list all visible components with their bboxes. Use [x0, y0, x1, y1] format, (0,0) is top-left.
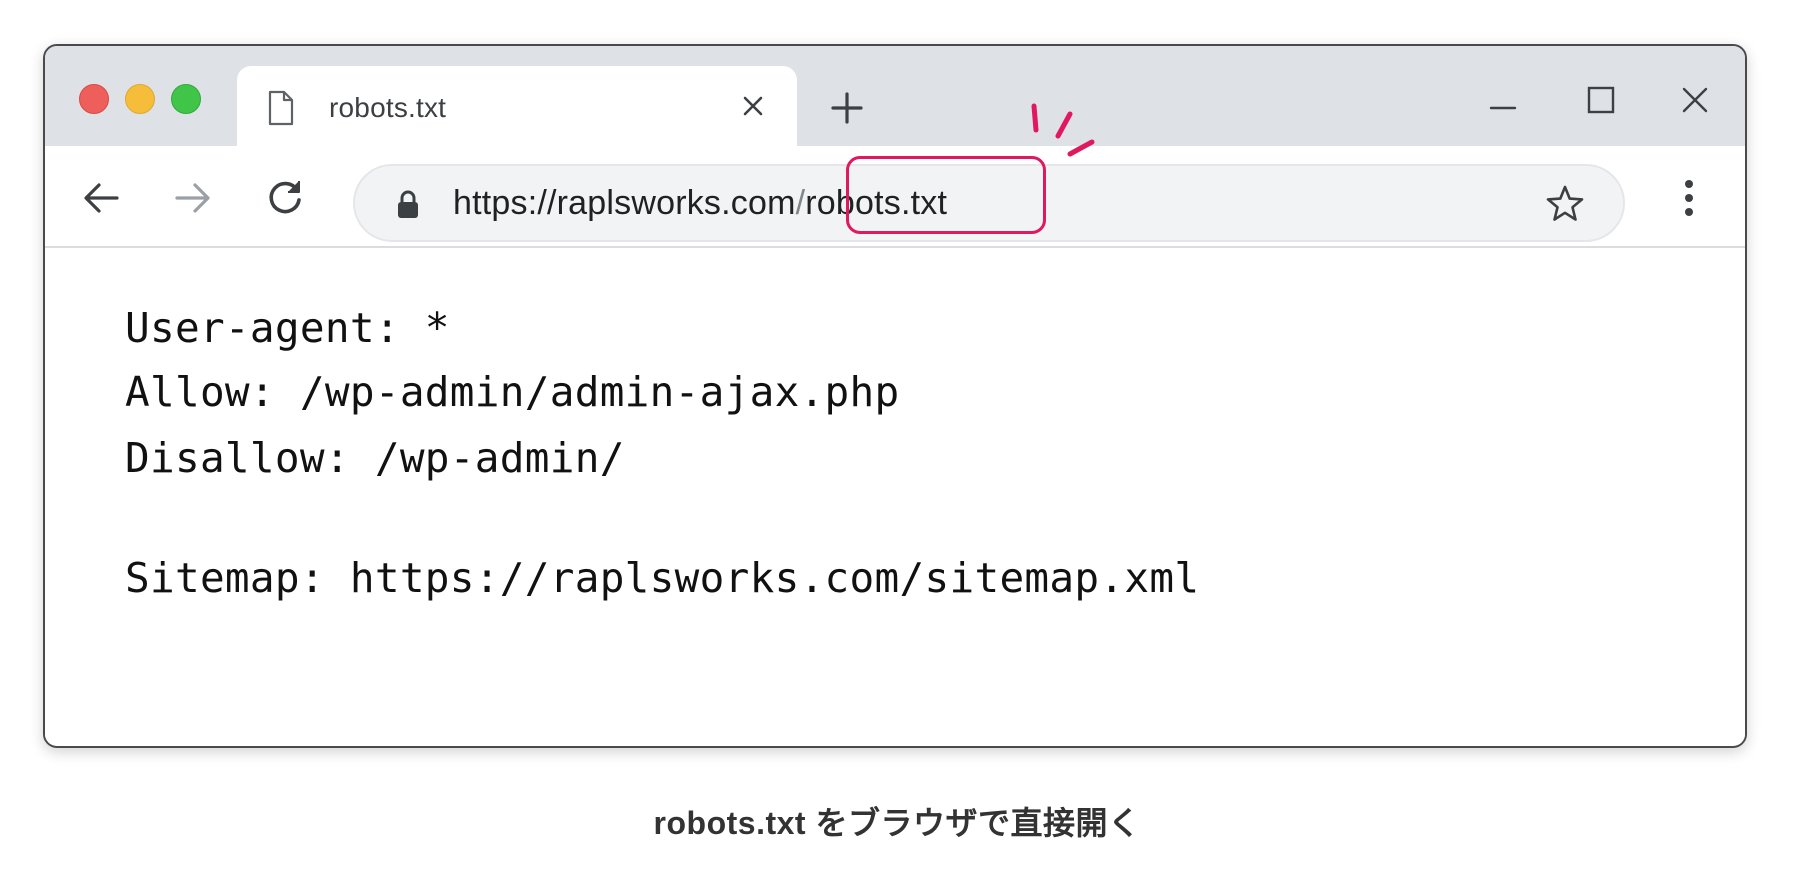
minimize-window-dot[interactable]: [125, 84, 155, 114]
url-separator: /: [795, 184, 806, 222]
tab-title: robots.txt: [329, 92, 447, 123]
url-domain: raplsworks.com: [556, 184, 796, 222]
emphasis-spark-icon: [1031, 103, 1095, 157]
figure-caption: robots.txt をブラウザで直接開く: [653, 805, 1141, 841]
robots-line-sitemap: Sitemap: https://raplsworks.com/sitemap.…: [125, 554, 1200, 602]
arrow-right-icon[interactable]: [171, 176, 215, 220]
minimize-icon[interactable]: [1485, 82, 1521, 118]
title-bar: robots.txt: [45, 46, 1745, 148]
zoom-window-dot[interactable]: [171, 84, 201, 114]
star-icon[interactable]: [1545, 184, 1585, 224]
robots-line-allow: Allow: /wp-admin/admin-ajax.php: [125, 368, 900, 416]
robots-line-user-agent: User-agent: *: [125, 304, 450, 352]
kebab-menu-icon[interactable]: [1679, 176, 1699, 220]
window-close-icon[interactable]: [1677, 82, 1713, 118]
url-scheme: https://: [453, 184, 557, 222]
url-path-highlight: [846, 156, 1046, 234]
document-icon: [268, 90, 294, 126]
arrow-left-icon[interactable]: [79, 176, 123, 220]
tab-close-icon[interactable]: [737, 90, 769, 122]
maximize-icon[interactable]: [1583, 82, 1619, 118]
browser-window: robots.txt https://raplsworks.com/robots…: [43, 44, 1747, 748]
robots-line-disallow: Disallow: /wp-admin/: [125, 434, 625, 482]
new-tab-icon[interactable]: [829, 90, 865, 126]
browser-tab[interactable]: robots.txt: [237, 66, 797, 148]
lock-icon[interactable]: [395, 189, 421, 219]
reload-icon[interactable]: [263, 176, 307, 220]
page-content: User-agent: * Allow: /wp-admin/admin-aja…: [45, 248, 1745, 744]
close-window-dot[interactable]: [79, 84, 109, 114]
